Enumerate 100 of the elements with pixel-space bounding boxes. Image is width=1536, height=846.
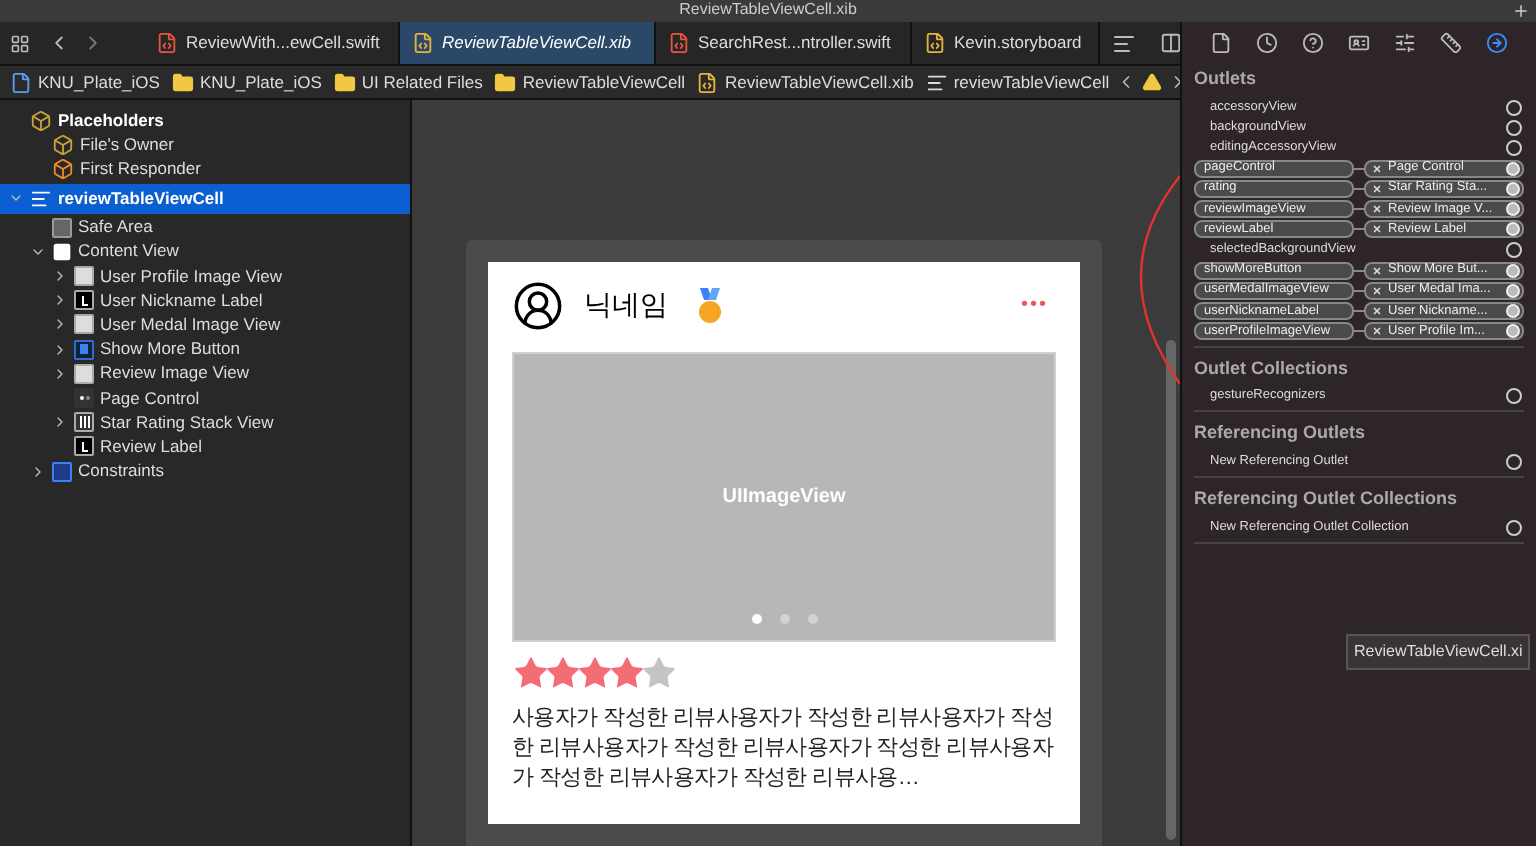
- outline-label: Review Image View: [100, 360, 249, 387]
- remove-icon[interactable]: [1372, 285, 1382, 296]
- folder-icon: [494, 71, 517, 93]
- lines-icon[interactable]: [1112, 31, 1136, 55]
- cube-icon: [52, 157, 74, 180]
- remove-icon[interactable]: [1372, 183, 1382, 194]
- cube-icon: [30, 109, 52, 132]
- outline-item[interactable]: Page Control: [0, 385, 410, 411]
- image-view-icon: [74, 363, 94, 384]
- outline-label: User Medal Image View: [100, 312, 281, 338]
- outline-label: User Profile Image View: [100, 263, 283, 289]
- stack-view-icon: [74, 412, 94, 433]
- connections-icon[interactable]: [1486, 31, 1508, 53]
- breadcrumb-item[interactable]: ReviewTableViewCell.xib: [696, 69, 914, 95]
- remove-icon[interactable]: [1372, 204, 1382, 215]
- outline-item[interactable]: Review Label: [0, 434, 410, 459]
- disclosure-icon[interactable]: [52, 365, 68, 382]
- outline-item[interactable]: Review Image View: [0, 361, 410, 386]
- star-icon: [640, 654, 678, 692]
- add-icon[interactable]: [1512, 2, 1530, 20]
- folder-icon: [333, 71, 356, 93]
- outline-item[interactable]: File's Owner: [0, 132, 410, 157]
- remove-icon[interactable]: [1372, 265, 1382, 276]
- outline-label: Review Label: [100, 433, 203, 460]
- outline-item[interactable]: Safe Area: [0, 215, 410, 240]
- remove-icon[interactable]: [1372, 224, 1382, 235]
- outline-label: User Nickname Label: [100, 287, 263, 314]
- outline-item[interactable]: First Responder: [0, 156, 410, 182]
- section-title: Referencing Outlets: [1194, 420, 1368, 447]
- outline-label: Content View: [78, 238, 179, 265]
- image-view-label: UIImageView: [722, 484, 846, 512]
- outline-label: Safe Area: [78, 214, 153, 241]
- remove-icon[interactable]: [1372, 305, 1382, 316]
- section-title: Outlet Collections: [1194, 355, 1351, 382]
- outline-label: Placeholders: [58, 107, 164, 133]
- ruler-icon[interactable]: [1440, 31, 1462, 53]
- breadcrumb-item[interactable]: UI Related Files: [333, 69, 483, 95]
- profile-icon: [512, 279, 564, 331]
- breadcrumb-item[interactable]: KNU_Plate_iOS: [171, 69, 322, 95]
- id-card-icon[interactable]: [1348, 31, 1370, 53]
- disclosure-icon[interactable]: [52, 292, 68, 309]
- star-icon: [544, 654, 582, 692]
- image-view-icon: [74, 314, 94, 335]
- section-title: Outlets: [1194, 66, 1259, 92]
- remove-icon[interactable]: [1372, 326, 1382, 337]
- editor-tab[interactable]: SearchRest...ntroller.swift: [656, 22, 912, 64]
- table-cell-icon: [925, 71, 948, 93]
- outline-item[interactable]: User Profile Image View: [0, 263, 410, 289]
- star-icon: [576, 654, 614, 692]
- disclosure-icon[interactable]: [52, 268, 68, 285]
- file-icon: [668, 32, 690, 54]
- outline-item[interactable]: Show More Button: [0, 337, 410, 362]
- breadcrumb-item[interactable]: ReviewTableViewCell: [494, 69, 685, 95]
- file-icon: [924, 32, 946, 54]
- outline-item[interactable]: Constraints: [0, 458, 410, 484]
- outline-item[interactable]: Content View: [0, 239, 410, 264]
- cube-icon: [52, 133, 74, 156]
- disclosure-icon[interactable]: [52, 316, 68, 333]
- outline-item[interactable]: Star Rating Stack View: [0, 410, 410, 435]
- button-icon: [74, 339, 94, 360]
- outline-item[interactable]: reviewTableViewCell: [0, 183, 410, 214]
- image-view-icon: [74, 266, 94, 287]
- remove-icon[interactable]: [1372, 163, 1382, 174]
- table-cell-icon: [30, 187, 52, 210]
- clock-icon[interactable]: [1256, 31, 1278, 53]
- outline-item[interactable]: Placeholders: [0, 108, 410, 133]
- tooltip: ReviewTableViewCell.xi: [1346, 634, 1531, 670]
- editor-tab[interactable]: Kevin.storyboard: [912, 22, 1100, 64]
- page-control-icon: [74, 387, 94, 408]
- sliders-icon[interactable]: [1394, 31, 1416, 53]
- window-title: ReviewTableViewCell.xib: [679, 0, 857, 18]
- outline-label: Page Control: [100, 385, 200, 411]
- disclosure-icon[interactable]: [52, 414, 68, 431]
- safe-area-icon: [52, 217, 72, 238]
- file-icon: [696, 71, 719, 93]
- editor-tab[interactable]: ReviewTableViewCell.xib: [400, 22, 656, 64]
- disclosure-icon[interactable]: [30, 463, 46, 480]
- nickname-label: 닉네임: [584, 286, 668, 324]
- breadcrumb-item[interactable]: KNU_Plate_iOS: [10, 69, 160, 95]
- outline-item[interactable]: User Nickname Label: [0, 288, 410, 313]
- outline-item[interactable]: User Medal Image View: [0, 312, 410, 337]
- file-icon: [412, 32, 434, 54]
- constraints-icon: [52, 461, 72, 482]
- label-icon: [74, 436, 94, 457]
- breadcrumb-item[interactable]: reviewTableViewCell: [925, 69, 1110, 95]
- file-icon: [156, 32, 178, 54]
- review-text: 사용자가 작성한 리뷰사용자가 작성한 리뷰사용자가 작성한 리뷰사용자가 작성한 리뷰사용자가 작성한 리뷰사용자가 작성한 리뷰사용자가 작성한 리뷰사용…: [512, 704, 1056, 794]
- outline-label: reviewTableViewCell: [58, 185, 224, 211]
- label-icon: [74, 290, 94, 311]
- help-icon[interactable]: [1302, 31, 1324, 53]
- grid-icon[interactable]: [10, 33, 30, 53]
- medal-icon: [696, 287, 724, 323]
- star-icon: [512, 654, 550, 692]
- file-inspector-icon[interactable]: [1210, 31, 1232, 53]
- outline-label: Show More Button: [100, 336, 240, 362]
- outline-label: File's Owner: [80, 131, 174, 158]
- split-editor-icon[interactable]: [1160, 32, 1182, 54]
- warning-icon[interactable]: [1141, 72, 1162, 92]
- disclosure-icon[interactable]: [52, 341, 68, 358]
- project-icon: [10, 71, 32, 93]
